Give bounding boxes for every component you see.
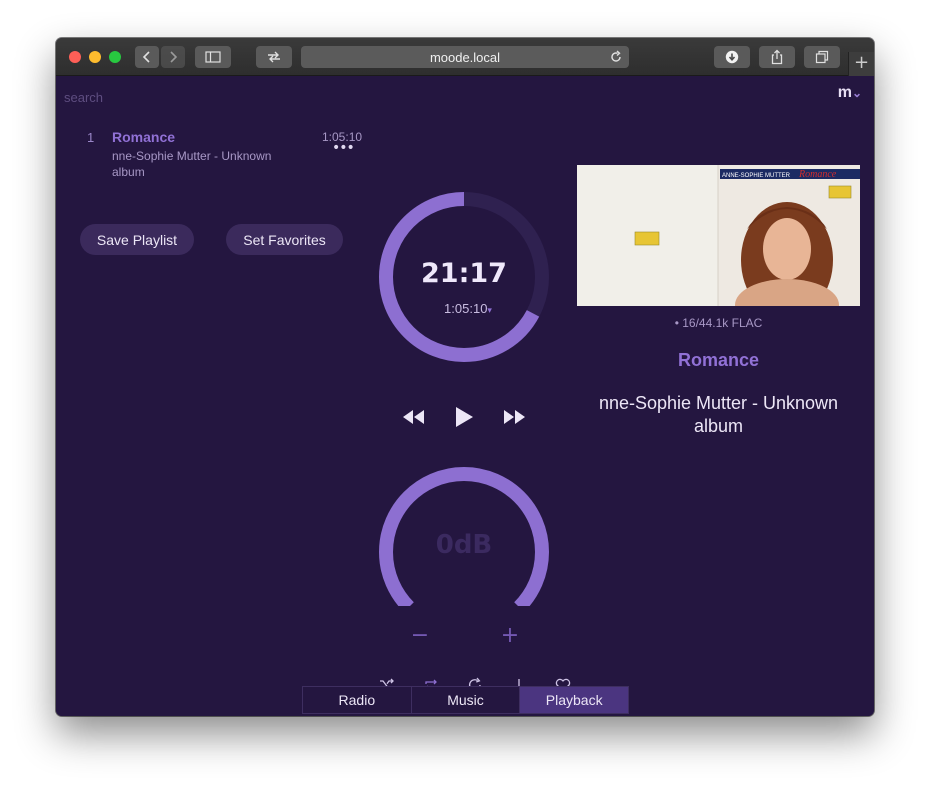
- play-icon: [456, 407, 473, 427]
- fast-forward-icon: [504, 410, 525, 424]
- elapsed-time: 21:17: [421, 258, 507, 289]
- chevron-left-icon: [142, 51, 150, 63]
- sidebar-toggle-button[interactable]: [195, 46, 231, 68]
- chevron-down-icon: ⌄: [851, 86, 862, 100]
- zoom-window-button[interactable]: [109, 51, 121, 63]
- more-options-icon[interactable]: •••: [332, 140, 355, 156]
- forward-button[interactable]: [161, 46, 185, 68]
- caret-down-icon: ▾: [487, 305, 492, 315]
- playlist-item-artist: nne-Sophie Mutter - Unknown album: [112, 149, 272, 179]
- tab-music[interactable]: Music: [411, 687, 521, 713]
- tab-playback[interactable]: Playback: [520, 687, 629, 713]
- url-text: moode.local: [429, 49, 501, 65]
- search-input[interactable]: [64, 88, 264, 106]
- save-playlist-button[interactable]: Save Playlist: [80, 224, 194, 255]
- volume-down-button[interactable]: −: [408, 624, 432, 648]
- minimize-window-button[interactable]: [89, 51, 101, 63]
- cover-artist-text: ANNE-SOPHIE MUTTER: [722, 173, 791, 179]
- audio-format: • 16/44.1k FLAC: [674, 316, 763, 330]
- browser-window: moode.local + m⌄ 1 Romance nne-Sophie Mu…: [56, 38, 874, 716]
- playlist-item[interactable]: 1 Romance nne-Sophie Mutter - Unknown al…: [80, 129, 370, 190]
- cover-title-text: Romance: [798, 169, 837, 180]
- now-playing-title: Romance: [677, 350, 760, 370]
- now-playing-artist: nne-Sophie Mutter - Unknown album: [598, 393, 839, 436]
- download-icon: [725, 50, 739, 64]
- volume-level: 0dB: [435, 530, 493, 560]
- share-button[interactable]: [759, 46, 795, 68]
- view-tabs: Radio Music Playback: [302, 686, 629, 714]
- sidebar-icon: [205, 51, 221, 63]
- share-icon: [771, 49, 783, 65]
- total-time-toggle[interactable]: 1:05:10▾: [428, 301, 508, 316]
- moode-logo: m: [837, 84, 852, 101]
- tabs-icon: [815, 50, 829, 64]
- total-time: 1:05:10: [444, 301, 488, 316]
- volume-up-button[interactable]: +: [498, 624, 522, 648]
- address-bar[interactable]: moode.local: [301, 46, 629, 68]
- rewind-icon: [403, 410, 424, 424]
- set-favorites-button[interactable]: Set Favorites: [226, 224, 343, 255]
- history-nav: [135, 46, 185, 68]
- tab-switch-button[interactable]: [256, 46, 292, 68]
- downloads-button[interactable]: [714, 46, 750, 68]
- main-menu-button[interactable]: m⌄: [838, 84, 862, 102]
- back-button[interactable]: [135, 46, 159, 68]
- close-window-button[interactable]: [69, 51, 81, 63]
- swap-arrows-icon: [268, 51, 280, 63]
- chevron-right-icon: [170, 51, 178, 63]
- new-tab-button[interactable]: +: [848, 52, 874, 76]
- tab-overview-button[interactable]: [804, 46, 840, 68]
- tab-radio[interactable]: Radio: [303, 687, 412, 713]
- play-button[interactable]: [446, 403, 482, 431]
- album-cover[interactable]: ANNE-SOPHIE MUTTER Romance: [577, 165, 860, 306]
- playlist-item-number: 1: [87, 130, 95, 145]
- next-button[interactable]: [496, 403, 532, 431]
- browser-titlebar: moode.local +: [56, 38, 874, 76]
- reload-icon[interactable]: [609, 50, 623, 64]
- playlist-item-title: Romance: [112, 129, 176, 145]
- moode-player: m⌄ 1 Romance nne-Sophie Mutter - Unknown…: [56, 76, 874, 716]
- previous-button[interactable]: [396, 403, 432, 431]
